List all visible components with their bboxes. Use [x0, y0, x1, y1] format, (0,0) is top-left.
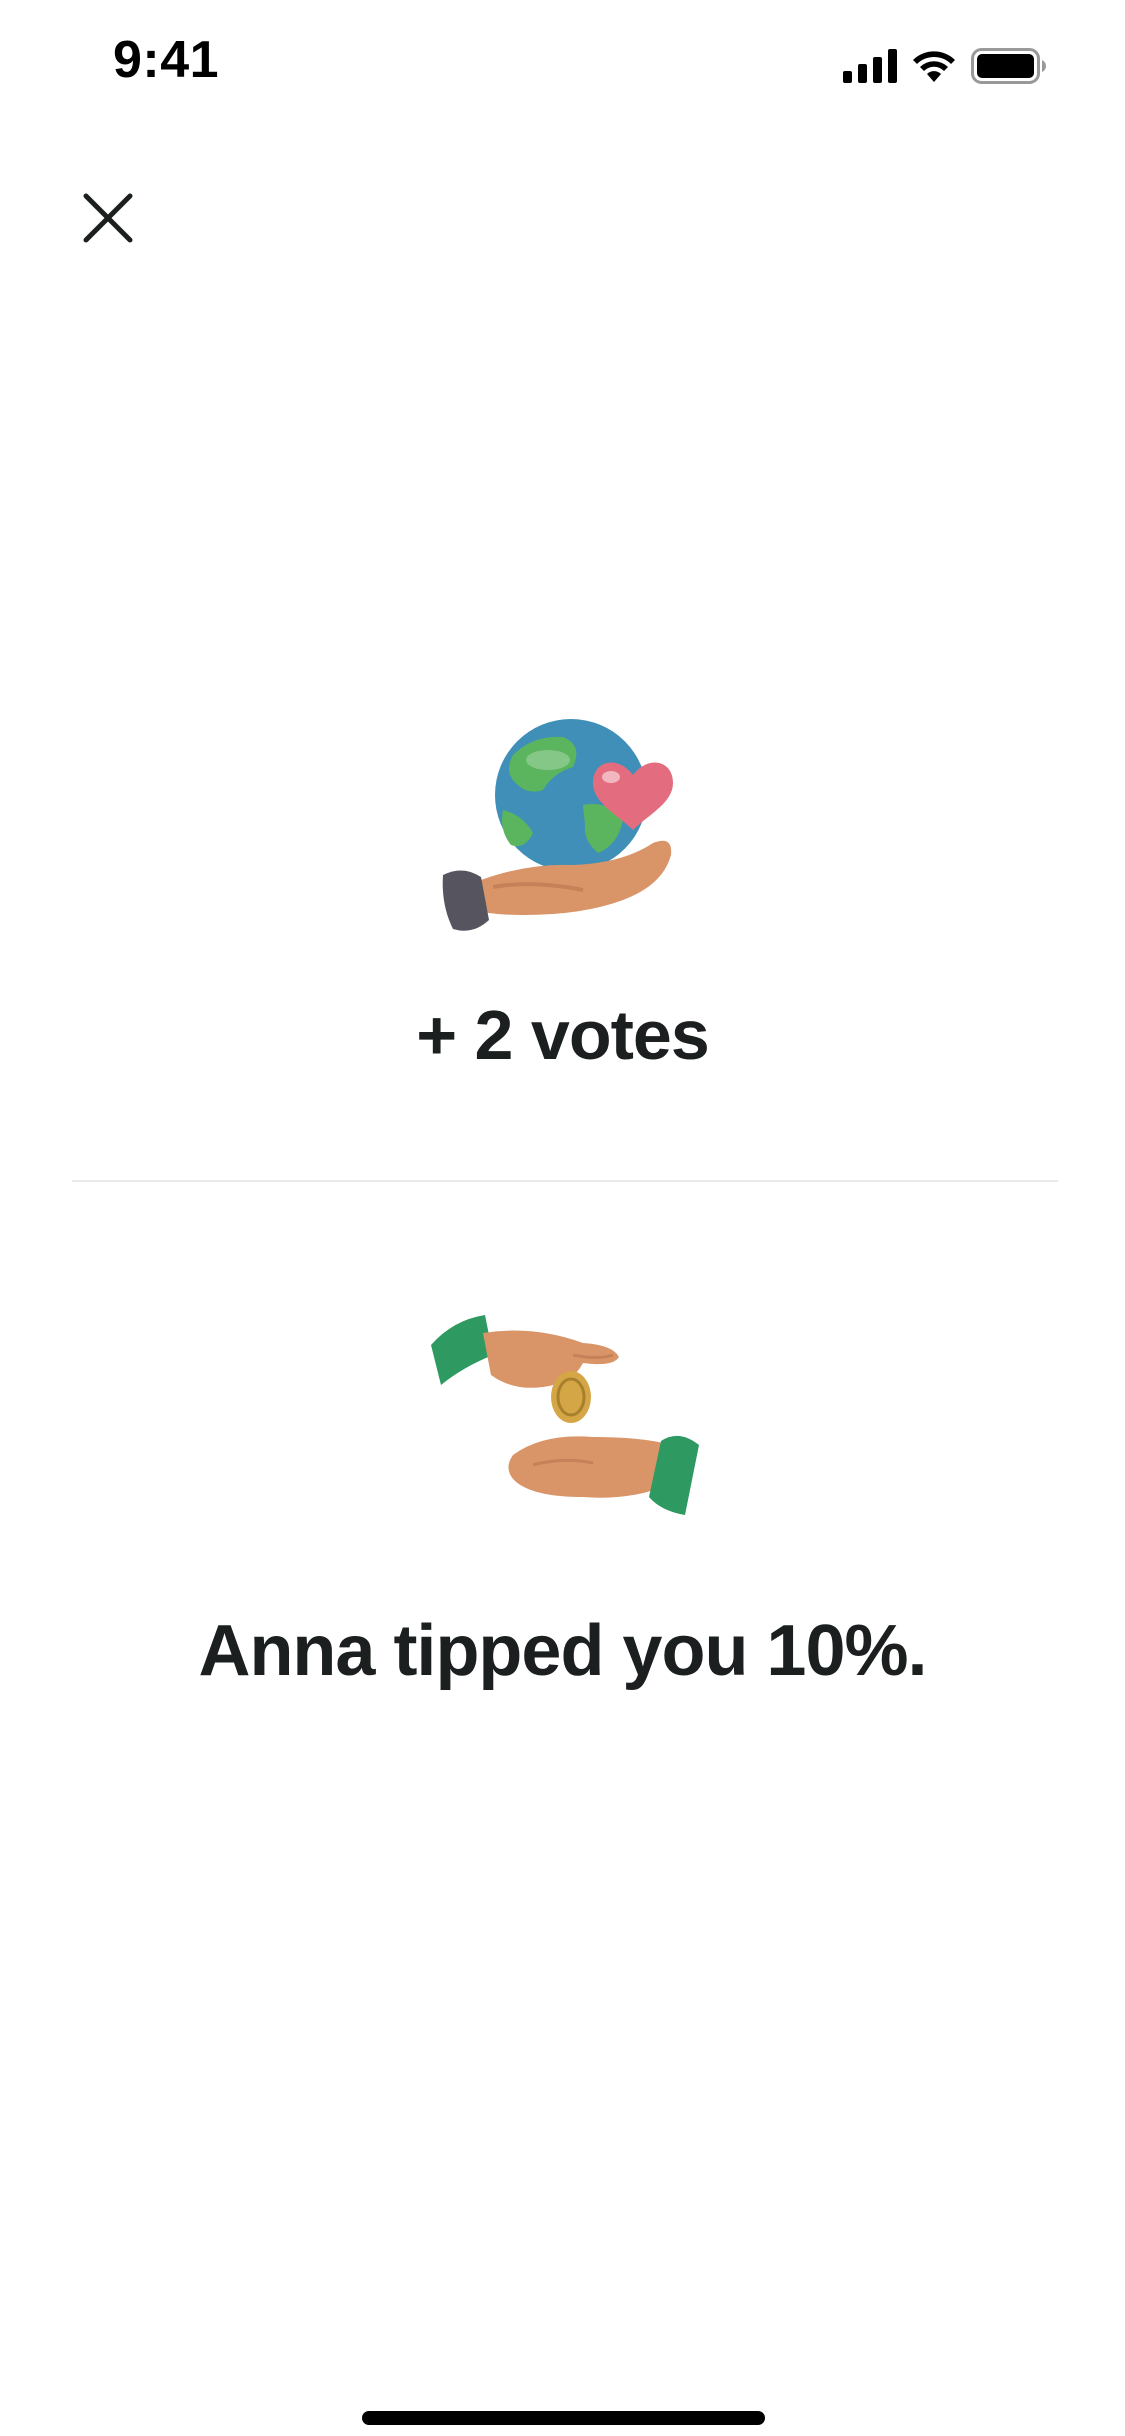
- votes-section: + 2 votes: [0, 715, 1125, 1075]
- tip-section: Anna tipped you 10%.: [0, 1305, 1125, 1692]
- cellular-signal-icon: [843, 49, 897, 88]
- wifi-icon: [911, 49, 957, 88]
- tip-text: Anna tipped you 10%.: [198, 1611, 927, 1691]
- status-time: 9:41: [113, 31, 220, 89]
- close-icon: [83, 193, 133, 243]
- votes-text: + 2 votes: [416, 996, 710, 1074]
- globe-in-hand-heart-icon: [433, 715, 693, 960]
- home-indicator[interactable]: [362, 2411, 765, 2425]
- close-button[interactable]: [80, 190, 136, 246]
- status-icons: [843, 48, 1047, 89]
- hands-passing-coin-icon: [423, 1305, 703, 1530]
- divider: [72, 1180, 1058, 1182]
- battery-icon: [971, 48, 1047, 89]
- status-bar: 9:41: [0, 0, 1125, 132]
